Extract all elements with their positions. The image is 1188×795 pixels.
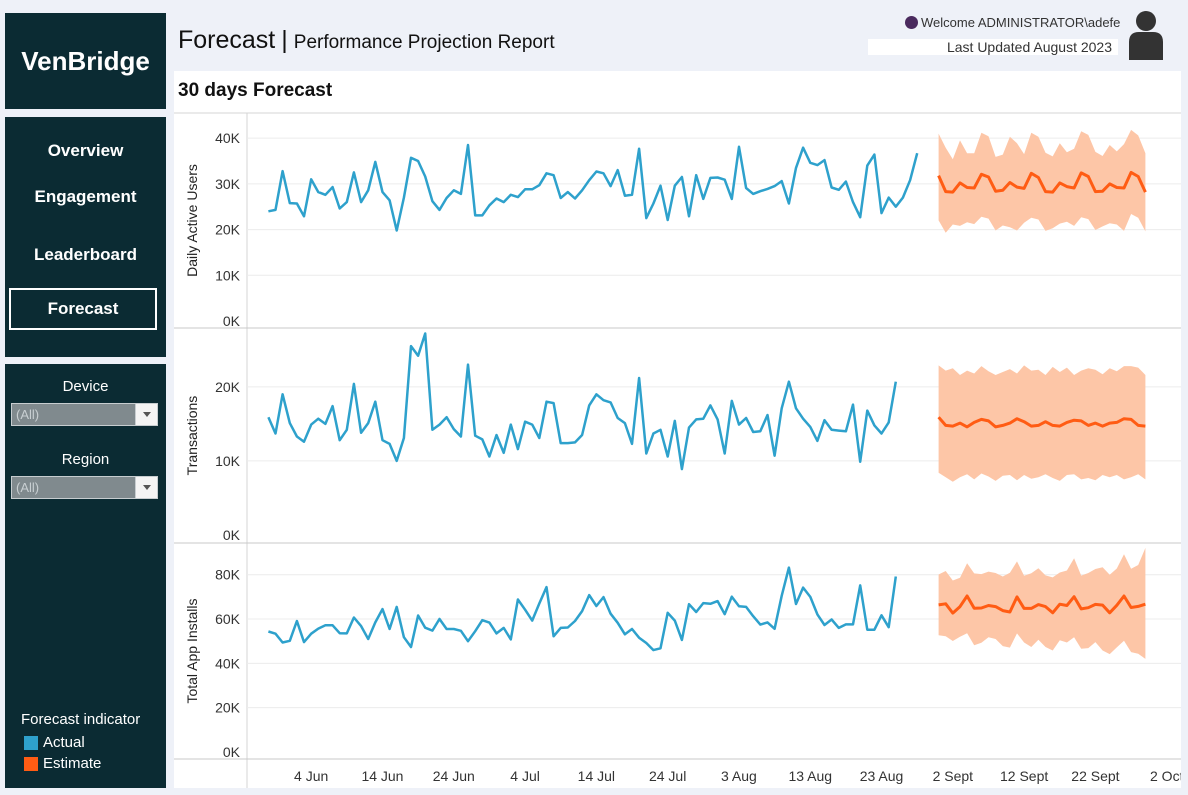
- legend-swatch-estimate: [24, 756, 38, 771]
- x-tick-label: 24 Jul: [649, 768, 686, 784]
- user-avatar-icon[interactable]: [1127, 10, 1165, 60]
- legend-swatch-actual: [24, 735, 38, 750]
- y-tick-label: 30K: [215, 176, 241, 192]
- page-title-main: Forecast: [178, 26, 276, 54]
- x-tick-label: 4 Jun: [294, 768, 328, 784]
- y-axis-title: Total App Installs: [184, 598, 200, 703]
- forecast-chart: 0K 10K 20K 30K 40K Daily Active Users 0K 10K 20K…: [174, 112, 1181, 788]
- y-tick-label: 0K: [223, 744, 241, 760]
- y-tick-label: 80K: [215, 567, 241, 583]
- status-dot-icon: [905, 16, 918, 29]
- device-filter-label: Device: [62, 378, 109, 395]
- y-tick-label: 0K: [223, 527, 241, 543]
- actual-series-line: [268, 143, 919, 232]
- x-tick-label: 4 Jul: [510, 768, 540, 784]
- forecast-band: [938, 547, 1146, 659]
- device-filter-value: (All): [16, 407, 40, 422]
- nav-item-leaderboard[interactable]: Leaderboard: [5, 245, 166, 265]
- y-tick-label: 60K: [215, 611, 241, 627]
- x-tick-label: 2 Oct: [1150, 768, 1181, 784]
- actual-series-line: [267, 332, 898, 471]
- y-axis-title: Transactions: [184, 396, 200, 476]
- forecast-panel: 30 days Forecast 0K 10K 20K 30K 40K Daily Act…: [174, 71, 1181, 788]
- region-filter-value: (All): [16, 480, 40, 495]
- y-tick-label: 10K: [215, 453, 241, 469]
- y-tick-label: 40K: [215, 655, 241, 671]
- title-separator: |: [281, 26, 288, 54]
- x-tick-label: 3 Aug: [721, 768, 757, 784]
- device-filter-select[interactable]: (All): [11, 403, 158, 426]
- x-tick-label: 22 Sept: [1071, 768, 1119, 784]
- x-tick-label: 2 Sept: [933, 768, 974, 784]
- legend-label: Actual: [43, 734, 85, 751]
- x-tick-label: 24 Jun: [433, 768, 475, 784]
- legend-label: Estimate: [43, 755, 102, 772]
- y-axis-title: Daily Active Users: [184, 164, 200, 277]
- legend-item-estimate: Estimate: [24, 755, 101, 772]
- nav-item-engagement[interactable]: Engagement: [5, 187, 166, 207]
- x-tick-label: 23 Aug: [860, 768, 904, 784]
- y-tick-label: 10K: [215, 267, 241, 283]
- y-tick-label: 20K: [215, 379, 241, 395]
- page-title: Forecast | Performance Projection Report: [178, 26, 555, 55]
- y-tick-label: 40K: [215, 130, 241, 146]
- y-tick-label: 20K: [215, 700, 241, 716]
- y-tick-label: 0K: [223, 313, 241, 329]
- filters-panel: Device (All) Region (All) Forecast indic…: [5, 364, 166, 788]
- x-tick-label: 14 Jun: [361, 768, 403, 784]
- welcome-message: Welcome ADMINISTRATOR\adefe: [905, 15, 1120, 30]
- nav-item-overview[interactable]: Overview: [5, 141, 166, 161]
- region-filter-label: Region: [61, 451, 110, 468]
- x-tick-label: 12 Sept: [1000, 768, 1048, 784]
- x-tick-label: 13 Aug: [788, 768, 832, 784]
- app-logo: VenBridge: [5, 13, 166, 109]
- legend-title: Forecast indicator: [21, 711, 141, 728]
- chevron-down-icon[interactable]: [135, 477, 157, 498]
- page-subtitle: Performance Projection Report: [293, 32, 555, 53]
- x-tick-label: 14 Jul: [578, 768, 615, 784]
- chevron-down-icon[interactable]: [135, 404, 157, 425]
- nav-item-forecast[interactable]: Forecast: [9, 288, 157, 330]
- sidebar-nav: Overview Engagement Leaderboard Forecast: [5, 117, 166, 357]
- y-tick-label: 20K: [215, 222, 241, 238]
- last-updated: Last Updated August 2023: [868, 39, 1118, 55]
- region-filter-select[interactable]: (All): [11, 476, 158, 499]
- actual-series-line: [268, 566, 898, 652]
- welcome-text: Welcome ADMINISTRATOR\adefe: [921, 15, 1121, 30]
- legend-item-actual: Actual: [24, 734, 85, 751]
